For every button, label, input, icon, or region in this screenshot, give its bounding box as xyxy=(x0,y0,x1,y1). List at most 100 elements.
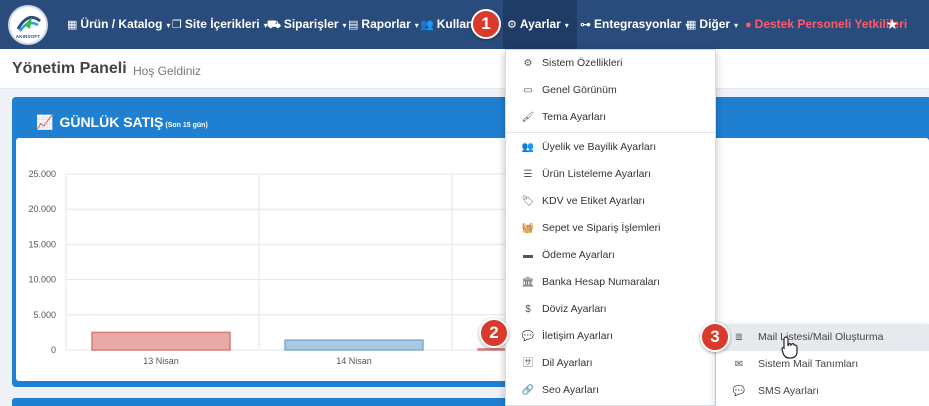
bar xyxy=(284,339,424,351)
menu-item-label: Seo Ayarları xyxy=(542,384,600,396)
menu-item-sepet-siparis[interactable]: 🧺 Sepet ve Sipariş İşlemleri xyxy=(506,215,715,242)
y-tick-label: 20.000 xyxy=(28,204,56,214)
menu-item-tema-ayarlari[interactable]: 🖌 Tema Ayarları xyxy=(506,104,715,131)
x-tick-label: 14 Nisan xyxy=(336,356,372,366)
envelope-icon: ✉ xyxy=(734,359,744,370)
iletisim-submenu: ≣ Mail Listesi/Mail Oluşturma ✉ Sistem Mai… xyxy=(716,324,929,406)
menu-item-label: Ödeme Ayarları xyxy=(542,249,615,261)
submenu-item-label: Sistem Mail Tanımları xyxy=(758,358,859,370)
menu-item-label: İletişim Ayarları xyxy=(542,330,613,342)
truck-icon: ⛟ xyxy=(267,19,281,31)
submenu-item-label: SMS Ayarları xyxy=(758,385,820,397)
submenu-item-label: Mail Listesi/Mail Oluşturma xyxy=(758,331,884,343)
hand-pointer-icon xyxy=(781,336,798,359)
submenu-item-sistem-mail[interactable]: ✉ Sistem Mail Tanımları xyxy=(716,351,929,378)
nav-label: Entegrasyonlar xyxy=(594,17,682,31)
basket-icon: 🧺 xyxy=(521,223,535,234)
nav-siparisler[interactable]: ⛟ Siparişler ▾ xyxy=(267,0,347,49)
file-icon: ▤ xyxy=(348,19,359,31)
caret-down-icon: ▾ xyxy=(734,21,739,30)
copy-icon: ❐ xyxy=(172,19,182,31)
akinsoft-logo[interactable]: AKINSOFT xyxy=(8,5,48,45)
submenu-item-sms[interactable]: 💬 SMS Ayarları xyxy=(716,378,929,405)
menu-item-label: Tema Ayarları xyxy=(542,111,606,123)
step-badge-1: 1 xyxy=(471,9,501,39)
menu-item-label: Banka Hesap Numaraları xyxy=(542,276,660,288)
top-navbar: AKINSOFT ▦ Ürün / Katalog ▾ ❐ Site İçerikle… xyxy=(0,0,929,49)
page-subtitle: Hoş Geldiniz xyxy=(133,64,202,78)
caret-down-icon: ▾ xyxy=(166,21,171,30)
nav-site-icerikleri[interactable]: ❐ Site İçerikleri ▾ xyxy=(172,0,268,49)
nav-destek-personeli[interactable]: ● Destek Personeli Yetkilileri xyxy=(745,0,907,49)
nav-urun-katalog[interactable]: ▦ Ürün / Katalog ▾ xyxy=(67,0,170,49)
submenu-item-mail-listesi[interactable]: ≣ Mail Listesi/Mail Oluşturma xyxy=(716,324,929,351)
menu-item-genel-gorunum[interactable]: ▭ Genel Görünüm xyxy=(506,77,715,104)
card-subtitle: (Son 15 gün) xyxy=(165,122,208,129)
menu-item-odeme[interactable]: ▬ Ödeme Ayarları xyxy=(506,242,715,269)
link-icon: 🔗 xyxy=(521,385,535,396)
users-icon: 👥 xyxy=(521,142,535,153)
nav-ayarlar[interactable]: ⚙ Ayarlar ▾ xyxy=(503,0,577,49)
menu-item-seo[interactable]: 🔗 Seo Ayarları xyxy=(506,377,715,404)
nav-label: Siparişler xyxy=(283,17,339,31)
monitor-icon: ▭ xyxy=(523,85,533,96)
nav-entegrasyonlar[interactable]: ⊶ Entegrasyonlar ▾ xyxy=(580,0,689,49)
menu-item-label: KDV ve Etiket Ayarları xyxy=(542,195,646,207)
calendar-icon: ▦ xyxy=(686,19,697,31)
menu-divider xyxy=(506,132,715,133)
page-header: Yönetim Paneli Hoş Geldiniz xyxy=(0,49,929,89)
star-icon[interactable]: ★ xyxy=(886,0,899,49)
server-icon: ≣ xyxy=(734,332,744,343)
cogs-icon: ⚙ xyxy=(523,58,533,69)
nav-label: Raporlar xyxy=(361,17,411,31)
menu-item-iletisim[interactable]: 💬 İletişim Ayarları xyxy=(506,323,715,350)
menu-item-label: Ürün Listeleme Ayarları xyxy=(542,168,651,180)
menu-item-doviz[interactable]: $ Döviz Ayarları xyxy=(506,296,715,323)
menu-item-label: Sepet ve Sipariş İşlemleri xyxy=(542,222,661,234)
y-tick-label: 5.000 xyxy=(33,310,56,320)
menu-item-dil[interactable]: 🈂 Dil Ayarları xyxy=(506,350,715,377)
nav-raporlar[interactable]: ▤ Raporlar ▾ xyxy=(348,0,419,49)
menu-item-label: Sistem Özellikleri xyxy=(542,57,623,69)
cogs-icon: ⚙ xyxy=(507,19,517,31)
nav-diger[interactable]: ▦ Diğer ▾ xyxy=(686,0,738,49)
language-icon: 🈂 xyxy=(523,358,533,369)
nav-label: Ürün / Katalog xyxy=(80,17,163,31)
menu-item-sistem-ozellikleri[interactable]: ⚙ Sistem Özellikleri xyxy=(506,50,715,77)
y-tick-label: 15.000 xyxy=(28,239,56,249)
ayarlar-dropdown-menu: ⚙ Sistem Özellikleri ▭ Genel Görünüm 🖌 Tema… xyxy=(505,49,716,406)
nav-label: Destek Personeli Yetkilileri xyxy=(754,17,908,31)
menu-item-label: Üyelik ve Bayilik Ayarları xyxy=(542,141,657,153)
nav-label: Ayarlar xyxy=(519,17,561,31)
logo-text: AKINSOFT xyxy=(15,34,41,39)
menu-item-banka-hesap[interactable]: 🏛 Banka Hesap Numaraları xyxy=(506,269,715,296)
line-chart-icon: 📈 xyxy=(36,114,54,130)
menu-item-label: Döviz Ayarları xyxy=(542,303,607,315)
menu-item-uyelik-bayilik[interactable]: 👥 Üyelik ve Bayilik Ayarları xyxy=(506,134,715,161)
card-title-text: GÜNLÜK SATIŞ xyxy=(59,114,164,130)
list-icon: ☰ xyxy=(523,169,533,180)
bank-icon: 🏛 xyxy=(521,277,535,288)
menu-item-urun-listeleme[interactable]: ☰ Ürün Listeleme Ayarları xyxy=(506,161,715,188)
y-tick-label: 25.000 xyxy=(28,169,56,179)
page-title: Yönetim Paneli xyxy=(12,60,127,77)
menu-item-label: Dil Ayarları xyxy=(542,357,593,369)
comments-icon: 💬 xyxy=(732,386,746,397)
nav-kullanicilar[interactable]: 👥 Kullanı xyxy=(420,0,477,49)
user-circle-icon: ● xyxy=(745,19,752,31)
users-icon: 👥 xyxy=(420,19,434,31)
menu-item-kdv-etiket[interactable]: 🏷 KDV ve Etiket Ayarları xyxy=(506,188,715,215)
caret-down-icon: ▾ xyxy=(342,21,347,30)
y-tick-label: 0 xyxy=(51,345,56,355)
caret-down-icon: ▾ xyxy=(414,21,419,30)
brush-icon: 🖌 xyxy=(521,112,535,123)
x-tick-label: 13 Nisan xyxy=(143,356,179,366)
nav-label: Site İçerikleri xyxy=(184,17,260,31)
caret-down-icon: ▾ xyxy=(564,21,569,30)
cubes-icon: ▦ xyxy=(67,19,78,31)
step-badge-3: 3 xyxy=(700,322,730,352)
bar xyxy=(91,331,231,351)
dollar-icon: $ xyxy=(525,304,531,315)
nav-label: Diğer xyxy=(699,17,731,31)
credit-card-icon: ▬ xyxy=(523,250,533,261)
